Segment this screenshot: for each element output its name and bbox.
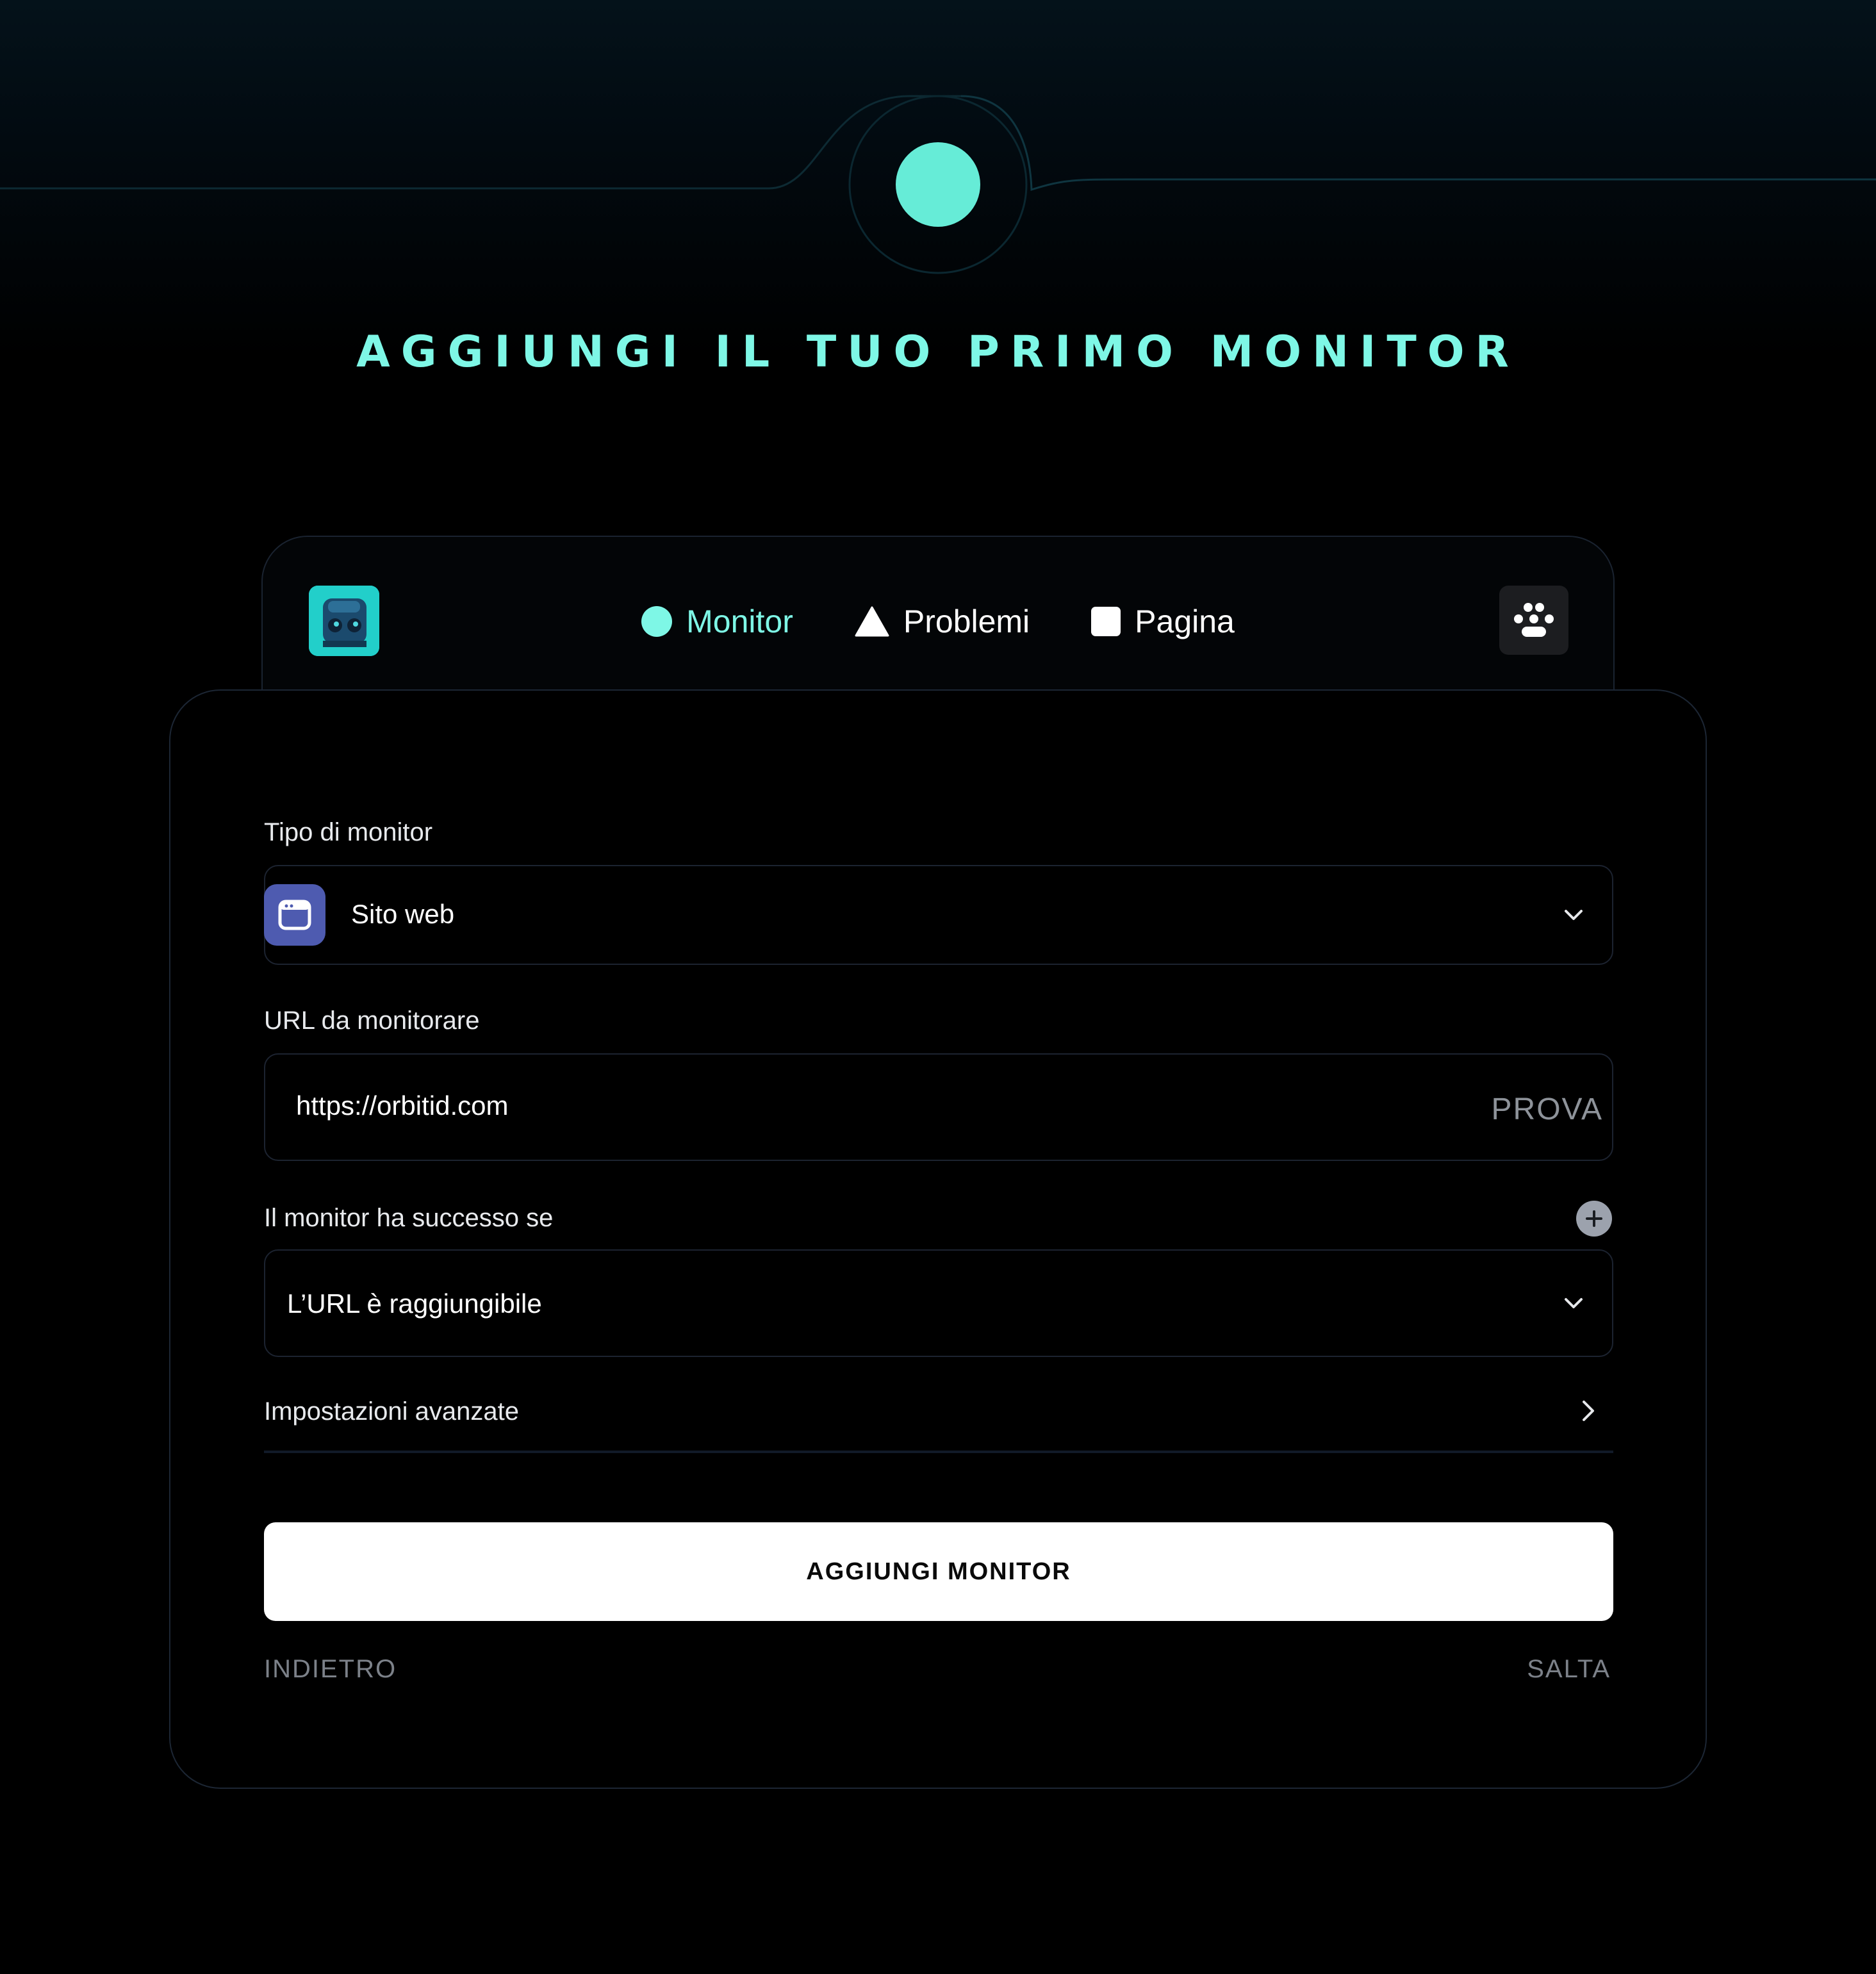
add-monitor-button[interactable]: AGGIUNGI MONITOR: [264, 1522, 1613, 1621]
dot-icon: [641, 606, 673, 637]
test-url-button[interactable]: PROVA: [1492, 1092, 1603, 1127]
url-field: PROVA: [264, 1053, 1613, 1161]
success-condition-label: Il monitor ha successo se: [264, 1204, 554, 1232]
triangle-icon: [855, 606, 889, 637]
website-type-icon: [264, 884, 325, 946]
monitor-type-label: Tipo di monitor: [264, 818, 433, 846]
onboarding-page: AGGIUNGI IL TUO PRIMO MONITOR Monitor Pr…: [0, 0, 1876, 1974]
back-button[interactable]: INDIETRO: [264, 1653, 397, 1685]
nav-tab-label: Problemi: [903, 604, 1030, 639]
url-input[interactable]: [296, 1074, 1449, 1138]
url-label: URL da monitorare: [264, 1007, 480, 1035]
success-condition-select[interactable]: L’URL è raggiungibile: [264, 1249, 1613, 1357]
page-title: AGGIUNGI IL TUO PRIMO MONITOR: [356, 327, 1520, 377]
square-icon: [1091, 607, 1121, 636]
nav-tab-label: Pagina: [1135, 604, 1235, 639]
team-icon: [1514, 603, 1554, 637]
advanced-settings-toggle[interactable]: Impostazioni avanzate: [264, 1389, 1613, 1453]
chevron-right-icon: [1583, 1401, 1594, 1421]
monitor-type-value: Sito web: [351, 899, 455, 929]
nav-tab-label: Monitor: [686, 604, 793, 639]
skip-button[interactable]: SALTA: [1527, 1653, 1611, 1685]
chevron-down-icon: [1565, 910, 1583, 920]
nav-tab-monitor[interactable]: Monitor: [641, 603, 793, 640]
add-condition-button[interactable]: [1576, 1201, 1612, 1237]
monitor-type-select[interactable]: Sito web: [264, 865, 1613, 965]
decorative-status-orb: [0, 95, 1876, 274]
nav-tab-pagina[interactable]: Pagina: [1091, 603, 1235, 640]
main-nav: Monitor Problemi Pagina: [263, 583, 1613, 660]
plus-icon: [1586, 1210, 1602, 1227]
team-button[interactable]: [1499, 586, 1568, 655]
browser-window-icon: [278, 900, 311, 930]
advanced-settings-label: Impostazioni avanzate: [264, 1397, 520, 1426]
success-condition-value: L’URL è raggiungibile: [287, 1288, 542, 1319]
nav-tab-problemi[interactable]: Problemi: [855, 603, 1030, 640]
chevron-down-icon: [1565, 1298, 1583, 1308]
add-monitor-card: Tipo di monitor Sito web URL da monitora…: [169, 689, 1707, 1789]
